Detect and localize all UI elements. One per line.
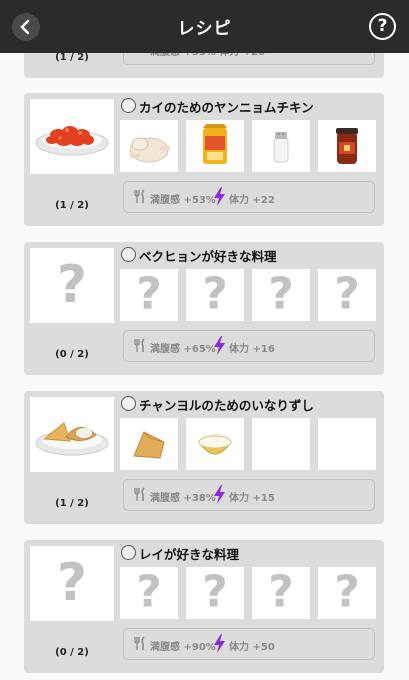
recipe-progress-count: (0 / 2) xyxy=(55,349,89,360)
fork-knife-icon xyxy=(134,189,145,203)
satiety-value: 満腹感 +65% xyxy=(150,344,216,355)
select-radio[interactable] xyxy=(121,98,136,113)
unknown-placeholder-mark: ? xyxy=(334,566,360,618)
inari-sushi-icon xyxy=(35,422,109,456)
recipe-stats: 満腹感 +65% 体力 +16 xyxy=(123,330,375,362)
ingredient-slot[interactable]: ? xyxy=(186,268,244,321)
ingredient-slot[interactable]: ? xyxy=(318,268,376,321)
recipe-title: レイが好きな料理 xyxy=(139,547,240,562)
unknown-placeholder-mark: ? xyxy=(136,566,162,618)
app-header: レシピ ? xyxy=(0,0,409,53)
lightning-icon xyxy=(214,336,225,355)
unknown-placeholder-mark: ? xyxy=(56,552,88,613)
lightning-icon xyxy=(214,187,225,206)
unknown-placeholder-mark: ? xyxy=(268,268,294,320)
chili-sauce-jar-icon xyxy=(336,128,358,164)
fork-knife-icon xyxy=(134,338,145,352)
rice-bowl-icon xyxy=(198,434,232,455)
dish-image xyxy=(30,397,114,472)
ingredient-slot[interactable] xyxy=(186,120,244,172)
stamina-value: 体力 +50 xyxy=(229,642,275,653)
recipe-progress-count: (0 / 2) xyxy=(55,647,89,658)
ingredient-slot[interactable]: ? xyxy=(186,566,244,619)
stamina-value: 体力 +15 xyxy=(229,493,275,504)
help-button[interactable]: ? xyxy=(369,13,396,40)
dish-image xyxy=(30,99,114,174)
recipe-card[interactable]: ? (0 / 2) ベクヒョンが好きな料理 ? ? ? ? 満腹感 +65% 体… xyxy=(24,242,384,375)
lightning-icon xyxy=(214,634,225,653)
recipe-title: カイのためのヤンニョムチキン xyxy=(139,100,314,115)
ingredient-slot-empty[interactable] xyxy=(252,418,310,470)
stamina-value: 体力 +22 xyxy=(229,195,275,206)
salt-shaker-icon xyxy=(273,132,289,163)
ingredient-slot[interactable]: ? xyxy=(252,268,310,321)
ingredient-slot[interactable] xyxy=(186,418,244,470)
page-title: レシピ xyxy=(177,19,232,39)
unknown-placeholder-mark: ? xyxy=(202,566,228,618)
select-radio[interactable] xyxy=(121,396,136,411)
recipe-title: チャンヨルのためのいなりずし xyxy=(139,398,314,413)
dish-image: ? xyxy=(30,248,114,323)
unknown-placeholder-mark: ? xyxy=(56,254,88,315)
select-radio[interactable] xyxy=(121,247,136,262)
unknown-placeholder-mark: ? xyxy=(202,268,228,320)
flour-bag-icon xyxy=(203,124,227,164)
yangnyeom-chicken-icon xyxy=(35,126,109,156)
fork-knife-icon xyxy=(134,636,145,650)
satiety-value: 満腹感 +90% xyxy=(150,642,216,653)
fork-knife-icon xyxy=(134,487,145,501)
recipe-card[interactable]: (1 / 2) チャンヨルのためのいなりずし 満腹感 +38% 体力 +15 xyxy=(24,391,384,524)
ingredient-slot[interactable] xyxy=(120,120,178,172)
raw-chicken-icon xyxy=(129,137,170,163)
unknown-placeholder-mark: ? xyxy=(136,268,162,320)
satiety-value: 満腹感 +53% xyxy=(150,195,216,206)
ingredient-slot[interactable]: ? xyxy=(252,566,310,619)
ingredient-slot[interactable] xyxy=(252,120,310,172)
recipe-progress-count: (1 / 2) xyxy=(55,498,89,509)
ingredient-slot[interactable]: ? xyxy=(120,566,178,619)
fried-tofu-pouch-icon xyxy=(133,431,165,459)
satiety-value: 満腹感 +38% xyxy=(150,493,216,504)
ingredient-slot[interactable] xyxy=(120,418,178,470)
recipe-card[interactable]: ? (0 / 2) レイが好きな料理 ? ? ? ? 満腹感 +90% 体力 +… xyxy=(24,540,384,673)
recipe-title: ベクヒョンが好きな料理 xyxy=(139,249,277,264)
stamina-value: 体力 +16 xyxy=(229,344,275,355)
ingredient-slot[interactable] xyxy=(318,120,376,172)
unknown-placeholder-mark: ? xyxy=(334,268,360,320)
recipe-stats: 満腹感 +38% 体力 +15 xyxy=(123,479,375,511)
ingredient-slot[interactable]: ? xyxy=(120,268,178,321)
recipe-stats: 満腹感 +53% 体力 +22 xyxy=(123,181,375,213)
ingredient-slot[interactable]: ? xyxy=(318,566,376,619)
recipe-card[interactable]: (1 / 2) カイのためのヤンニョムチキン 満腹感 +53% 体力 +22 xyxy=(24,93,384,226)
lightning-icon xyxy=(214,485,225,504)
dish-image: ? xyxy=(30,546,114,621)
recipe-progress-count: (1 / 2) xyxy=(55,200,89,211)
select-radio[interactable] xyxy=(121,545,136,560)
ingredient-slot-empty[interactable] xyxy=(318,418,376,470)
recipe-progress-count: (1 / 2) xyxy=(55,52,89,63)
unknown-placeholder-mark: ? xyxy=(268,566,294,618)
recipe-stats: 満腹感 +90% 体力 +50 xyxy=(123,628,375,660)
